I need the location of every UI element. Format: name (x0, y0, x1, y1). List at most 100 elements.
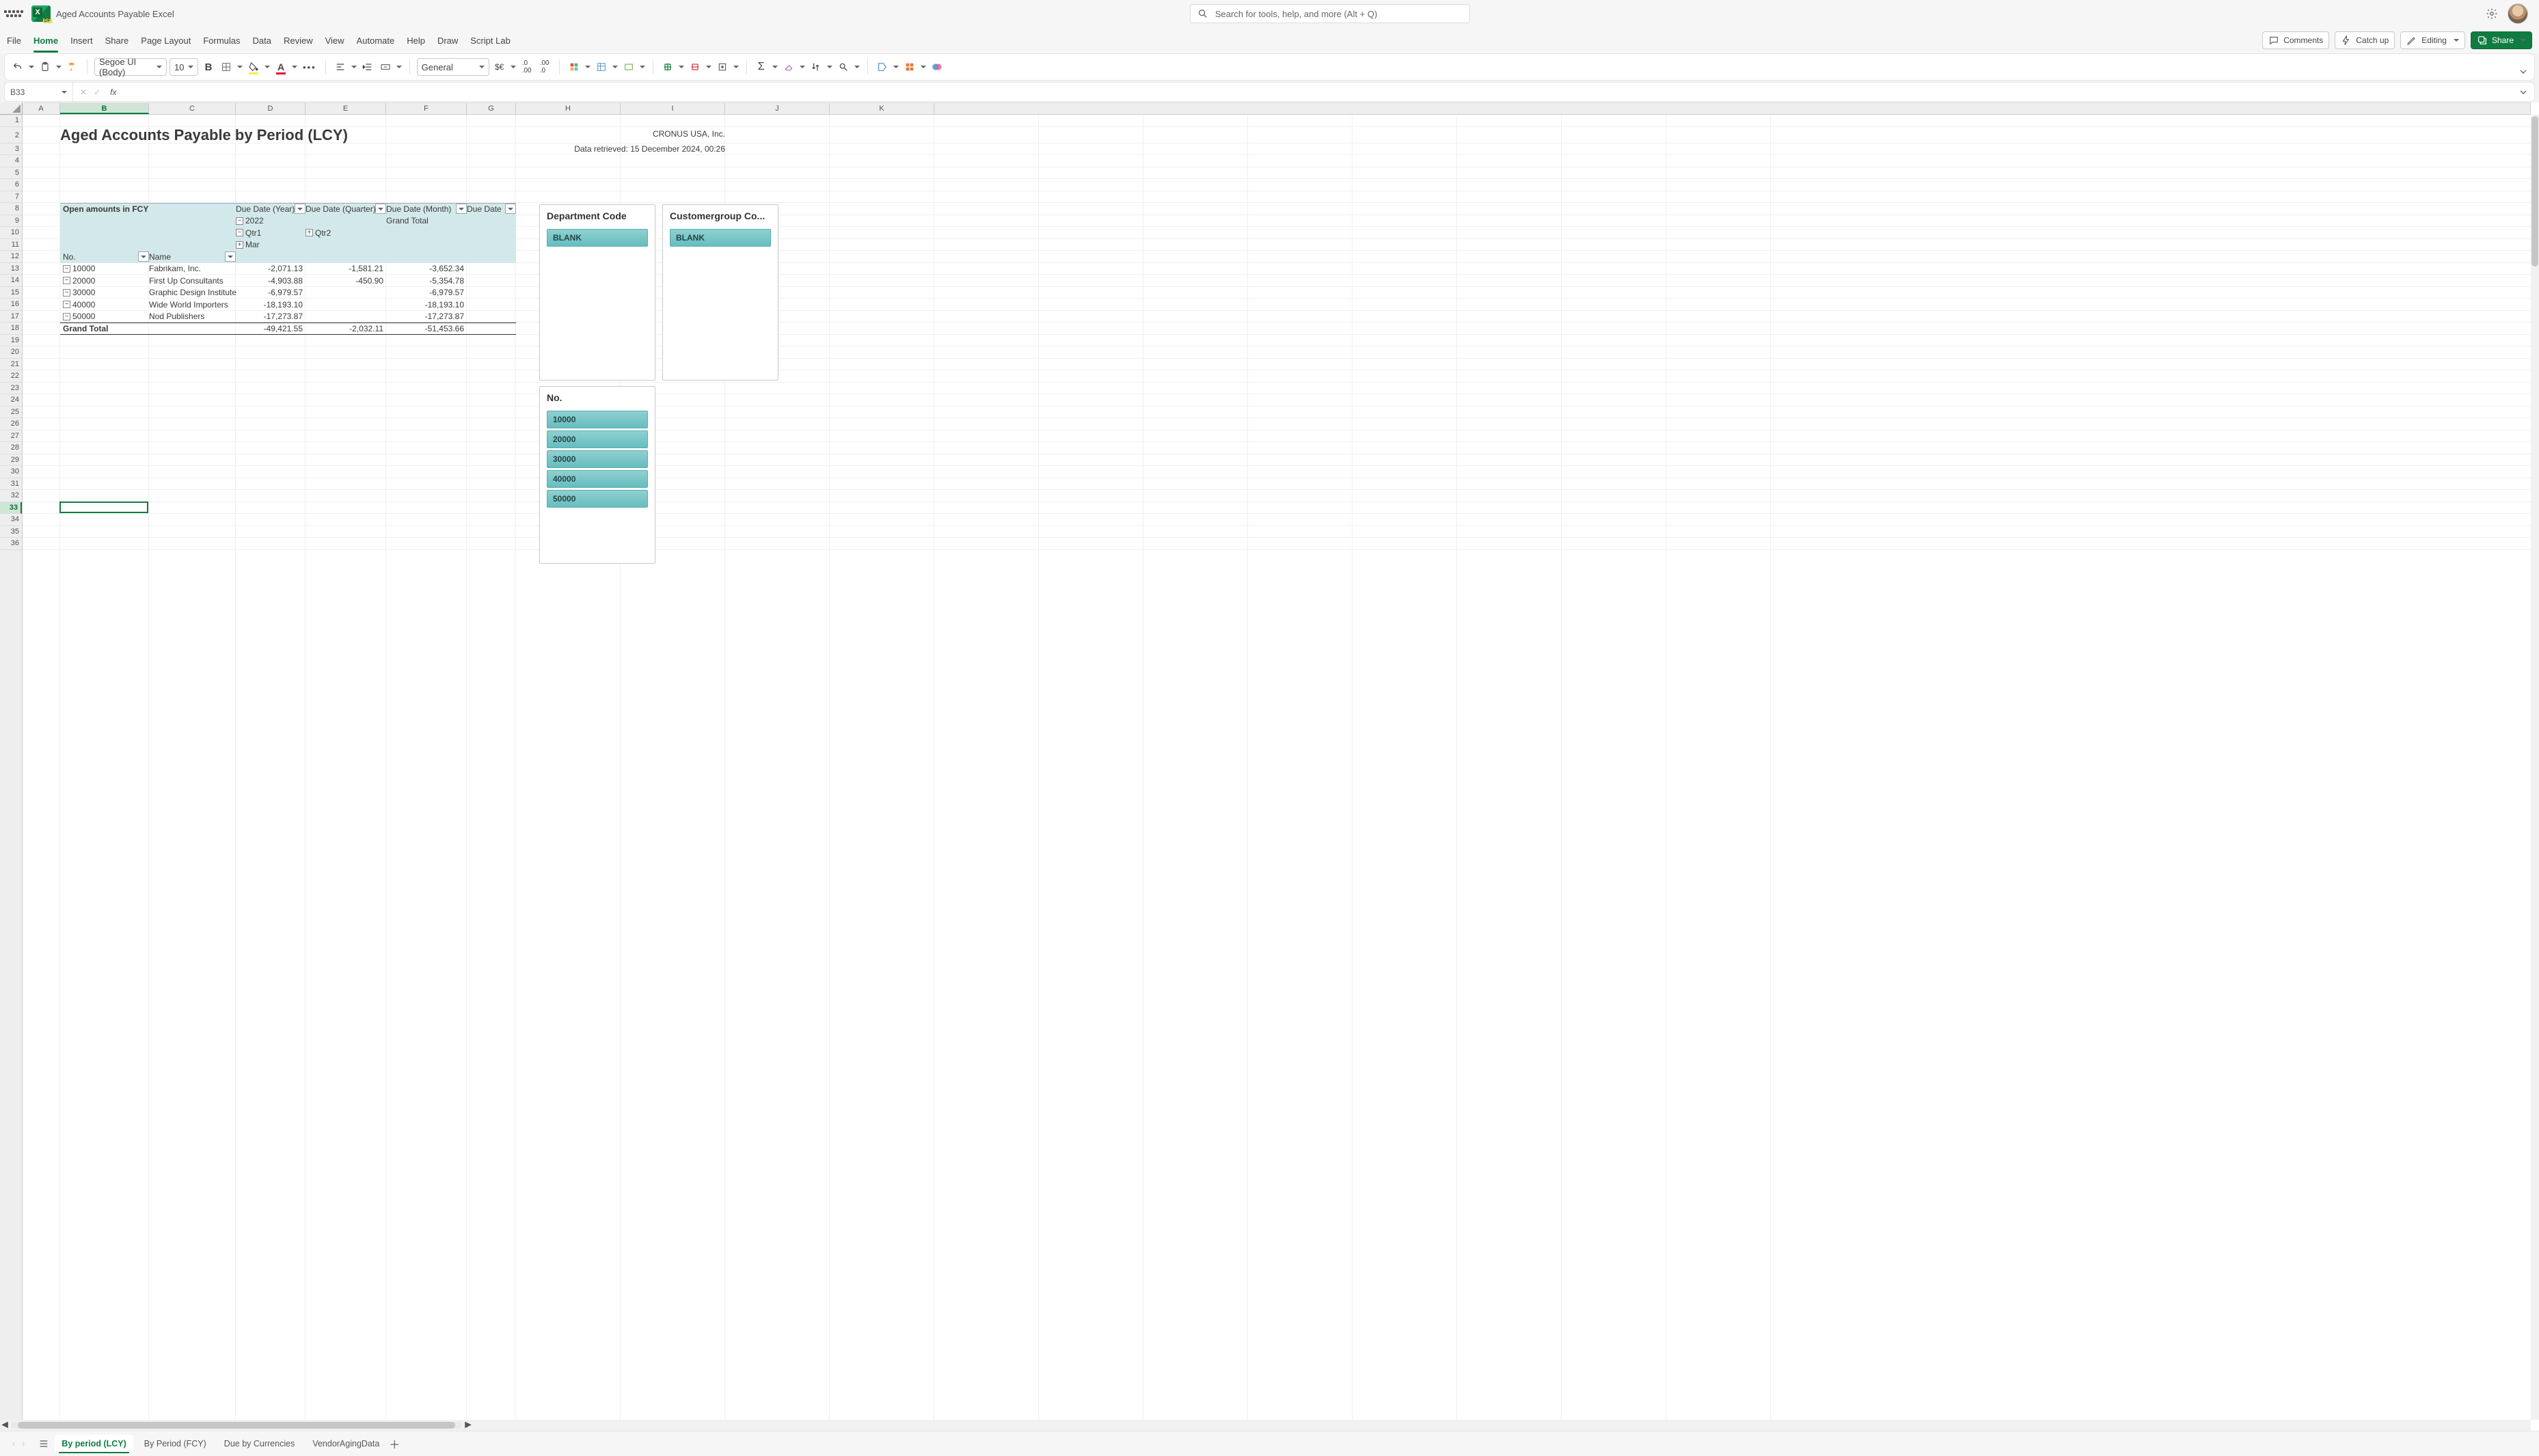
row-header[interactable]: 31 (0, 478, 22, 491)
merge-button[interactable] (378, 58, 393, 76)
prev-sheet-icon[interactable]: ‹ (10, 1438, 18, 1450)
row-header[interactable]: 10 (0, 227, 22, 239)
menu-tab-automate[interactable]: Automate (357, 33, 395, 49)
scroll-left-icon[interactable]: ◄ (0, 1420, 10, 1430)
row-header[interactable]: 19 (0, 335, 22, 347)
addins-dropdown[interactable] (920, 64, 927, 70)
slicer-item[interactable]: BLANK (547, 229, 648, 247)
row-header[interactable]: 24 (0, 394, 22, 407)
user-avatar[interactable] (2508, 3, 2528, 24)
pivot-qtr2[interactable]: +Qtr2 (306, 227, 386, 239)
menu-tab-home[interactable]: Home (33, 33, 58, 49)
next-sheet-icon[interactable]: › (19, 1438, 27, 1450)
column-header[interactable]: D (236, 103, 306, 114)
sensitivity-button[interactable] (875, 58, 890, 76)
share-button[interactable]: Share (2471, 31, 2532, 49)
catch-up-button[interactable]: Catch up (2335, 31, 2395, 49)
column-header[interactable]: F (386, 103, 467, 114)
add-sheet-button[interactable]: ＋ (386, 1436, 403, 1452)
number-format-combo[interactable]: General (417, 58, 489, 76)
format-painter-button[interactable] (65, 58, 80, 76)
sheet-tab[interactable]: Due by Currencies (217, 1435, 302, 1453)
fx-icon[interactable]: fx (107, 87, 119, 97)
menu-tab-view[interactable]: View (325, 33, 344, 49)
scroll-right-icon[interactable]: ► (463, 1420, 473, 1430)
find-dropdown[interactable] (854, 64, 860, 70)
pivot-row-no-value[interactable]: −30000 (63, 287, 149, 299)
font-color-button[interactable]: A (273, 58, 288, 76)
column-header[interactable]: J (725, 103, 830, 114)
insert-cells-button[interactable] (660, 58, 675, 76)
horizontal-scrollbar[interactable]: ◄ ► (0, 1420, 2531, 1431)
row-header[interactable]: 35 (0, 526, 22, 538)
row-header[interactable]: 36 (0, 538, 22, 550)
ft-dropdown[interactable] (612, 64, 619, 70)
autosum-button[interactable]: Σ (754, 58, 769, 76)
editing-mode-dropdown[interactable]: Editing (2400, 31, 2465, 49)
delete-dropdown[interactable] (705, 64, 712, 70)
cs-dropdown[interactable] (639, 64, 646, 70)
menu-tab-review[interactable]: Review (284, 33, 313, 49)
row-header[interactable]: 29 (0, 454, 22, 467)
row-header[interactable]: 22 (0, 370, 22, 383)
column-headers[interactable]: ABCDEFGHIJK (23, 102, 2531, 115)
pivot-month-filter[interactable] (454, 204, 467, 214)
column-header[interactable]: B (60, 103, 149, 114)
sheet-tab[interactable]: VendorAgingData (306, 1435, 386, 1453)
row-header[interactable]: 26 (0, 418, 22, 430)
slicer-item[interactable]: 20000 (547, 430, 648, 448)
menu-tab-data[interactable]: Data (253, 33, 271, 49)
row-header[interactable]: 8 (0, 203, 22, 215)
format-dropdown[interactable] (733, 64, 739, 70)
row-header[interactable]: 4 (0, 155, 22, 167)
all-sheets-button[interactable] (33, 1438, 55, 1449)
row-header[interactable]: 30 (0, 466, 22, 478)
delete-cells-button[interactable] (688, 58, 703, 76)
sum-dropdown[interactable] (772, 64, 778, 70)
copilot-button[interactable] (929, 58, 945, 76)
clear-dropdown[interactable] (799, 64, 806, 70)
cancel-formula-icon[interactable]: ✕ (80, 87, 87, 97)
cf-dropdown[interactable] (584, 64, 591, 70)
app-launcher-icon[interactable] (4, 4, 23, 23)
menu-tab-share[interactable]: Share (105, 33, 129, 49)
active-cell[interactable] (59, 502, 148, 514)
column-header[interactable]: I (621, 103, 725, 114)
fill-color-button[interactable] (246, 58, 261, 76)
column-header[interactable]: C (149, 103, 236, 114)
insert-dropdown[interactable] (678, 64, 685, 70)
row-header[interactable]: 12 (0, 251, 22, 263)
pivot-name-filter[interactable] (223, 251, 236, 262)
pivot-year-item[interactable]: −2022 (236, 215, 306, 228)
menu-tab-draw[interactable]: Draw (437, 33, 458, 49)
menu-tab-script-lab[interactable]: Script Lab (470, 33, 511, 49)
slicer-item[interactable]: 40000 (547, 470, 648, 488)
enter-formula-icon[interactable]: ✓ (94, 87, 100, 97)
font-name-combo[interactable]: Segoe UI (Body) (94, 58, 167, 76)
slicer-department-code[interactable]: Department CodeBLANK (539, 204, 655, 381)
font-size-combo[interactable]: 10 (169, 58, 198, 76)
column-header[interactable]: G (467, 103, 516, 114)
indent-button[interactable] (360, 58, 375, 76)
align-dropdown[interactable] (351, 64, 357, 70)
spreadsheet-grid[interactable]: ABCDEFGHIJK 1234567891011121314151617181… (0, 102, 2539, 1431)
row-header[interactable]: 5 (0, 167, 22, 180)
row-header[interactable]: 1 (0, 115, 22, 127)
menu-tab-help[interactable]: Help (407, 33, 425, 49)
align-left-button[interactable] (333, 58, 348, 76)
row-headers[interactable]: 1234567891011121314151617181920212223242… (0, 115, 23, 1420)
row-header[interactable]: 21 (0, 359, 22, 371)
pivot-no-filter[interactable] (137, 251, 149, 262)
slicer-item[interactable]: 30000 (547, 450, 648, 468)
comments-button[interactable]: Comments (2262, 31, 2329, 49)
pivot-quarter-filter[interactable] (374, 204, 386, 214)
row-header[interactable]: 6 (0, 179, 22, 191)
decrease-decimal-button[interactable]: .00.0 (537, 58, 552, 76)
pivot-row-no-value[interactable]: −40000 (63, 299, 149, 311)
row-header[interactable]: 20 (0, 346, 22, 359)
column-header[interactable]: H (516, 103, 621, 114)
expand-formula-bar-icon[interactable] (2512, 87, 2534, 98)
font-color-dropdown[interactable] (291, 64, 298, 70)
merge-dropdown[interactable] (396, 64, 403, 70)
row-header[interactable]: 2 (0, 127, 22, 143)
